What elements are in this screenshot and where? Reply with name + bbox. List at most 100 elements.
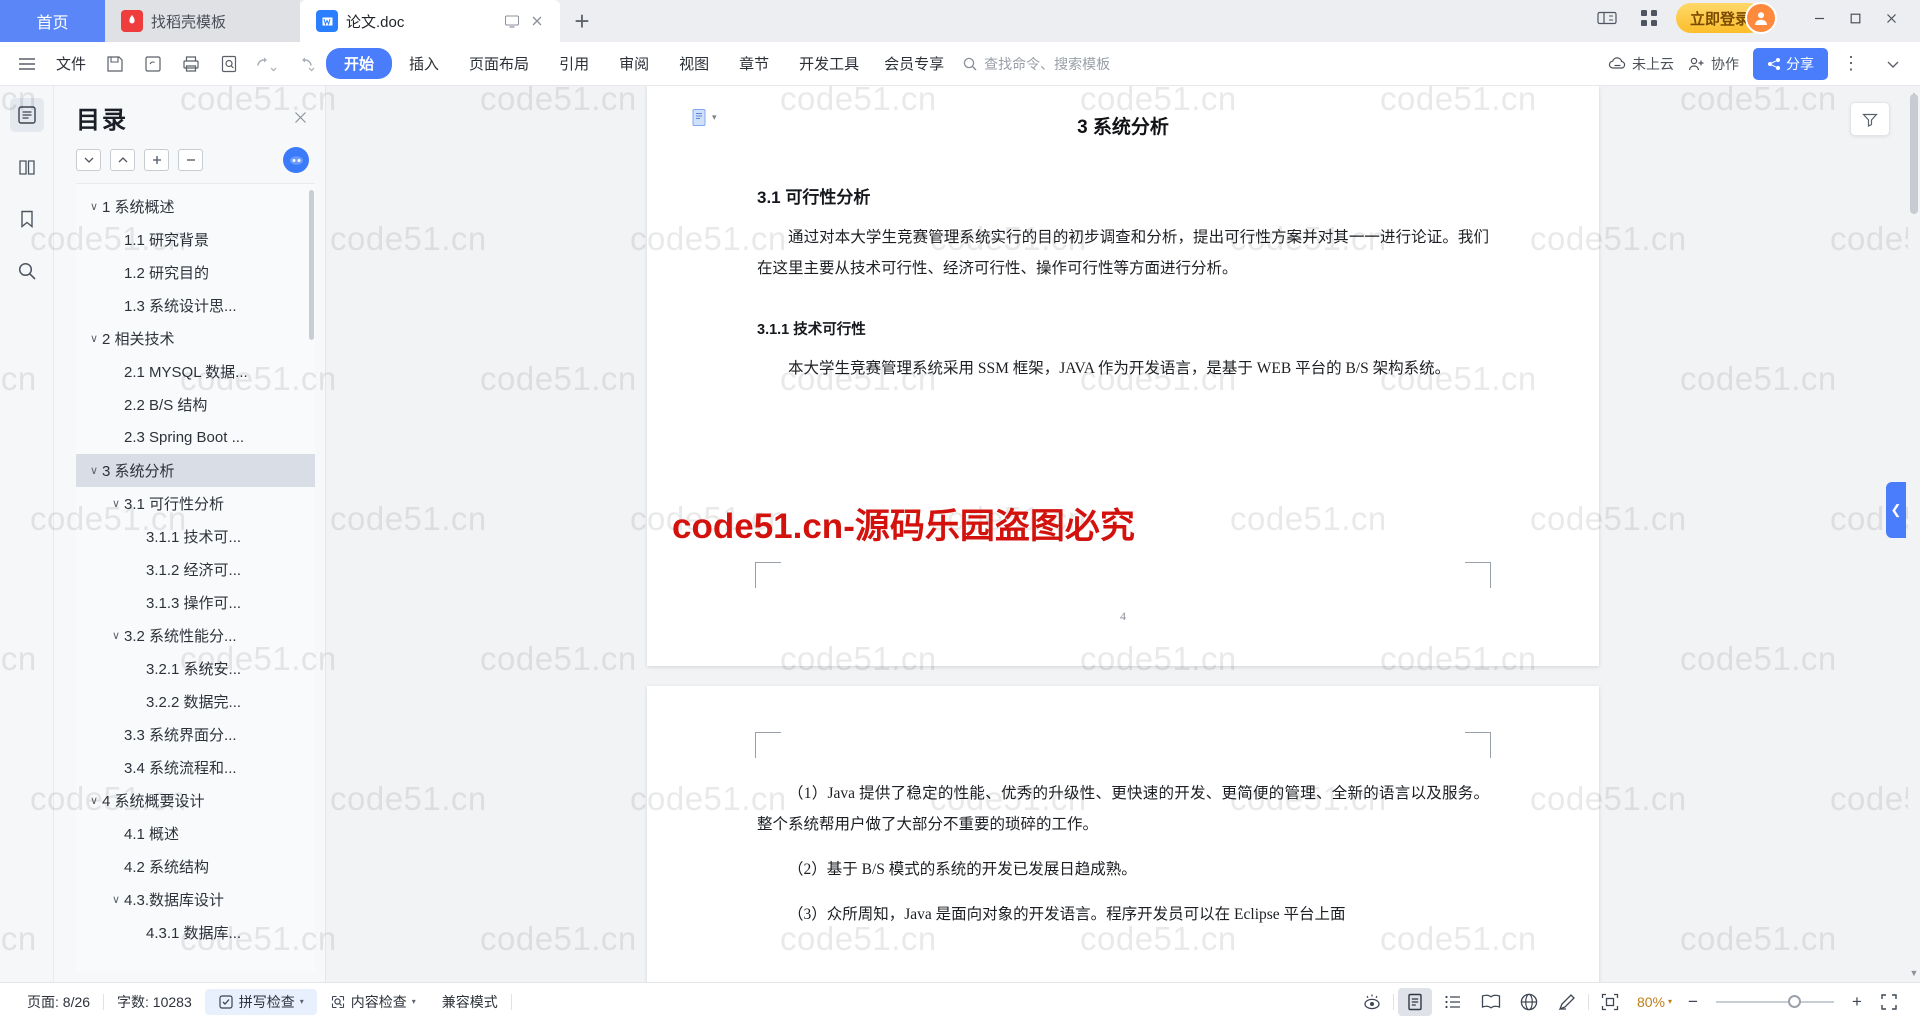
edit-pen-icon[interactable] — [1550, 988, 1584, 1016]
doc-tools-float-button[interactable] — [1850, 102, 1890, 136]
collapse-ribbon-icon[interactable] — [1876, 49, 1910, 79]
cloud-status-button[interactable]: 未上云 — [1608, 54, 1674, 74]
tab-home[interactable]: 首页 — [0, 0, 105, 42]
scroll-down-arrow[interactable]: ▼ — [1908, 966, 1920, 980]
toc-item[interactable]: ∨3.3 系统界面分... — [76, 718, 315, 751]
toc-item[interactable]: ∨4.2 系统结构 — [76, 850, 315, 883]
page-view-icon[interactable] — [1397, 987, 1432, 1016]
fit-screen-icon[interactable] — [1593, 988, 1627, 1016]
save-as-cloud-icon[interactable] — [136, 49, 170, 79]
split-view-icon[interactable] — [1592, 4, 1622, 32]
rail-search-button[interactable] — [10, 254, 44, 288]
rail-thumbnail-button[interactable] — [10, 150, 44, 184]
toc-item[interactable]: ∨ 2 相关技术 — [76, 322, 315, 355]
chevron-down-icon[interactable]: ∨ — [108, 629, 124, 642]
toc-item[interactable]: ∨2.2 B/S 结构 — [76, 388, 315, 421]
tab-document[interactable]: 论文.doc — [300, 0, 560, 42]
ribbon-tab-references[interactable]: 引用 — [546, 48, 602, 79]
share-button[interactable]: 分享 — [1753, 47, 1828, 80]
toc-close-icon[interactable] — [292, 109, 309, 126]
collaborate-button[interactable]: 协作 — [1688, 54, 1739, 74]
minimize-button[interactable] — [1802, 4, 1836, 32]
toc-item[interactable]: ∨ 3.1 可行性分析 — [76, 487, 315, 520]
status-contentcheck[interactable]: 内容检查 ▾ — [317, 992, 429, 1012]
avatar[interactable] — [1745, 2, 1777, 34]
close-tab-icon[interactable] — [530, 14, 544, 28]
ribbon-tab-review[interactable]: 审阅 — [606, 48, 662, 79]
ribbon-tab-insert[interactable]: 插入 — [396, 48, 452, 79]
tab-find-template[interactable]: 找稻壳模板 — [105, 0, 300, 42]
toc-scrollbar[interactable] — [309, 190, 314, 340]
maximize-button[interactable] — [1838, 4, 1872, 32]
toc-item[interactable]: ∨3.1.3 操作可... — [76, 586, 315, 619]
save-icon[interactable] — [98, 49, 132, 79]
close-button[interactable] — [1874, 4, 1908, 32]
toc-item[interactable]: ∨3.1.2 经济可... — [76, 553, 315, 586]
zoom-level-button[interactable]: 80% ▾ — [1631, 994, 1678, 1010]
toc-item[interactable]: ∨ 3 系统分析 — [76, 454, 315, 487]
new-tab-button[interactable]: + — [560, 0, 604, 42]
outline-view-icon[interactable] — [1436, 988, 1470, 1016]
toc-item[interactable]: ∨1.3 系统设计思... — [76, 289, 315, 322]
toc-item[interactable]: ∨1.2 研究目的 — [76, 256, 315, 289]
ribbon-tab-section[interactable]: 章节 — [726, 48, 782, 79]
grid-apps-icon[interactable] — [1634, 4, 1664, 32]
login-button[interactable]: 立即登录 — [1675, 2, 1777, 34]
toc-eye-icon[interactable] — [283, 147, 309, 173]
zoom-slider[interactable] — [1716, 993, 1834, 1011]
ribbon-tab-start[interactable]: 开始 — [326, 48, 393, 79]
chevron-down-icon[interactable]: ∨ — [86, 200, 102, 213]
contentcheck-caret-icon[interactable]: ▾ — [412, 997, 416, 1006]
menu-icon[interactable] — [10, 49, 44, 79]
scrollbar-thumb[interactable] — [1910, 94, 1918, 214]
print-icon[interactable] — [174, 49, 208, 79]
rail-bookmark-button[interactable] — [10, 202, 44, 236]
spellcheck-caret-icon[interactable]: ▾ — [300, 997, 304, 1006]
fullscreen-icon[interactable] — [1872, 988, 1906, 1016]
zoom-in-button[interactable]: + — [1846, 992, 1868, 1012]
chevron-down-icon[interactable]: ∨ — [86, 332, 102, 345]
chevron-down-icon[interactable]: ∨ — [108, 497, 124, 510]
file-menu-button[interactable]: 文件 — [48, 53, 94, 74]
ribbon-tab-dev-tools[interactable]: 开发工具 — [786, 48, 872, 79]
paragraph-mark-icon[interactable]: ▾ — [691, 108, 717, 127]
document-page-2[interactable]: （1）Java 提供了稳定的性能、优秀的升级性、更快速的开发、更简便的管理、全新… — [647, 686, 1599, 982]
cast-icon[interactable] — [504, 13, 520, 29]
chevron-down-icon[interactable]: ∨ — [86, 464, 102, 477]
rail-outline-button[interactable] — [9, 98, 44, 132]
status-spellcheck[interactable]: 拼写检查 ▾ — [204, 988, 317, 1015]
chevron-down-icon[interactable]: ∨ — [86, 794, 102, 807]
undo-icon[interactable] — [250, 49, 284, 79]
zoom-slider-knob[interactable] — [1788, 995, 1801, 1008]
redo-icon[interactable] — [288, 49, 322, 79]
toc-item[interactable]: ∨ 1 系统概述 — [76, 190, 315, 223]
toc-item[interactable]: ∨3.4 系统流程和... — [76, 751, 315, 784]
toc-plus-icon[interactable] — [144, 149, 169, 171]
toc-item[interactable]: ∨3.2.1 系统安... — [76, 652, 315, 685]
zoom-out-button[interactable]: − — [1682, 992, 1704, 1012]
search-box[interactable]: 查找命令、搜索模板 — [962, 54, 1110, 74]
ribbon-tab-view[interactable]: 视图 — [666, 48, 722, 79]
toc-expand-down-icon[interactable] — [76, 149, 101, 171]
web-view-icon[interactable] — [1512, 988, 1546, 1016]
ribbon-member-button[interactable]: 会员专享 — [876, 53, 952, 74]
document-page-1[interactable]: ▾ 3 系统分析 3.1 可行性分析 通过对本大学生竞赛管理系统实行的目的初步调… — [647, 86, 1599, 666]
ribbon-tab-page-layout[interactable]: 页面布局 — [456, 48, 542, 79]
toc-item[interactable]: ∨ 3.2 系统性能分... — [76, 619, 315, 652]
toc-item[interactable]: ∨3.2.2 数据完... — [76, 685, 315, 718]
toc-list[interactable]: ∨1 系统概述∨1.1 研究背景∨1.2 研究目的∨1.3 系统设计思...∨2… — [76, 183, 315, 972]
more-options-button[interactable]: ⋮ — [1842, 53, 1862, 74]
side-panel-handle[interactable]: ❮ — [1886, 482, 1906, 538]
toc-item[interactable]: ∨2.3 Spring Boot ... — [76, 421, 315, 454]
toc-minus-icon[interactable] — [178, 149, 203, 171]
toc-item[interactable]: ∨4.3.1 数据库... — [76, 916, 315, 949]
toc-collapse-up-icon[interactable] — [110, 149, 135, 171]
reading-view-icon[interactable] — [1474, 988, 1508, 1016]
toc-item[interactable]: ∨1.1 研究背景 — [76, 223, 315, 256]
toc-item[interactable]: ∨2.1 MYSQL 数据... — [76, 355, 315, 388]
toc-item[interactable]: ∨ 4 系统概要设计 — [76, 784, 315, 817]
eye-icon[interactable] — [1355, 988, 1389, 1016]
chevron-down-icon[interactable]: ∨ — [108, 893, 124, 906]
toc-item[interactable]: ∨ 4.3.数据库设计 — [76, 883, 315, 916]
toc-item[interactable]: ∨4.1 概述 — [76, 817, 315, 850]
